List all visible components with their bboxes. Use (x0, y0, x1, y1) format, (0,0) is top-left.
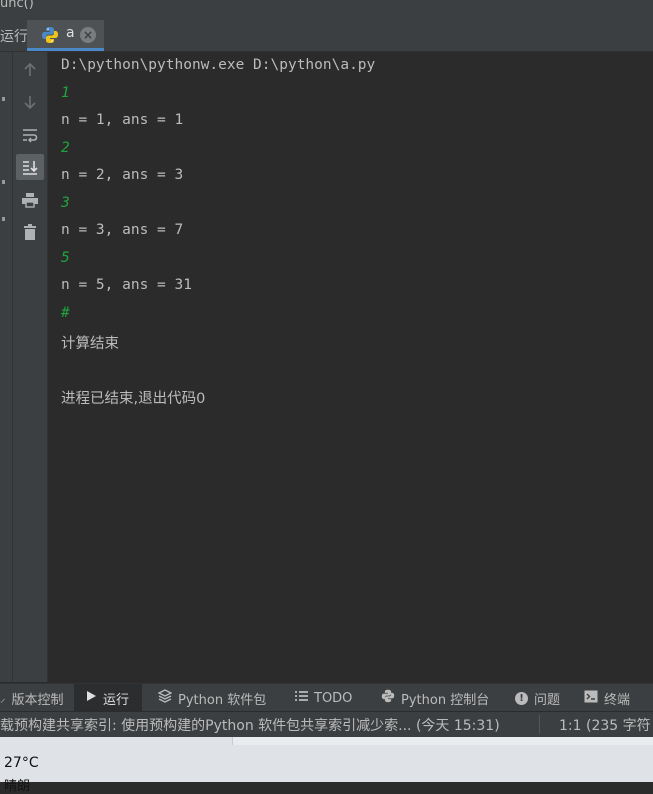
tab-label: Python 软件包 (178, 692, 267, 708)
tab-terminal[interactable]: 终端 (584, 684, 630, 712)
tab-label: Python 控制台 (401, 692, 490, 708)
print-icon[interactable] (16, 187, 44, 213)
tab-label: TODO (314, 690, 353, 706)
tab-label: 运行 (103, 692, 130, 708)
console-input-line: 2 (61, 140, 70, 156)
play-icon (86, 690, 97, 706)
console-input-line: 3 (61, 195, 70, 211)
window-title-strip: unc() (0, 0, 653, 16)
soft-wrap-icon[interactable] (16, 122, 44, 148)
console-input-line: 1 (61, 85, 70, 101)
console-output[interactable]: D:\python\pythonw.exe D:\python\a.py 1 n… (48, 52, 653, 682)
arrow-down-icon[interactable] (16, 89, 44, 115)
taskbar-slot (232, 737, 653, 745)
tab-label: 终端 (604, 692, 631, 708)
python-icon (381, 689, 395, 707)
console-exit-message: 进程已结束,退出代码0 (61, 391, 206, 407)
edge-mark (2, 97, 5, 101)
status-divider (539, 715, 540, 734)
tab-label: 问题 (534, 692, 561, 708)
console-output-line: n = 3, ans = 7 (61, 222, 184, 238)
tab-version-control[interactable]: ⸝ 版本控制 (0, 684, 70, 712)
console-command-line: D:\python\pythonw.exe D:\python\a.py (61, 57, 376, 73)
run-toolbar (13, 52, 48, 682)
weather-temperature[interactable]: 27°C (4, 755, 39, 771)
scroll-to-end-icon[interactable] (16, 154, 44, 180)
tab-problems[interactable]: ! 问题 (515, 684, 560, 712)
layers-icon (157, 689, 173, 707)
tab-todo[interactable]: TODO (295, 684, 352, 712)
weather-condition: 晴朗 (4, 779, 31, 794)
python-icon (42, 27, 58, 43)
tab-python-console[interactable]: Python 控制台 (381, 684, 489, 712)
run-tab-name: a (66, 25, 75, 41)
info-icon: ! (515, 691, 528, 705)
list-icon (295, 690, 308, 706)
run-panel-header: 运行: a × (0, 16, 653, 52)
run-tab-a[interactable]: a × (27, 20, 104, 51)
console-output-line: 计算结束 (61, 336, 119, 352)
console-output-line: n = 2, ans = 3 (61, 167, 184, 183)
console-input-line: # (61, 305, 70, 321)
tool-window-tabs: ⸝ 版本控制 运行 Python 软件包 TODO Python 控制台 ! 问… (0, 683, 653, 712)
window-title-fragment: unc() (0, 0, 34, 11)
tab-label: 版本控制 (11, 692, 64, 708)
tab-run[interactable]: 运行 (74, 684, 142, 712)
caret-position[interactable]: 1:1 (235 字符 (559, 715, 651, 735)
left-edge-strip (0, 52, 13, 682)
tab-python-packages[interactable]: Python 软件包 (157, 684, 267, 712)
trash-icon[interactable] (16, 219, 44, 245)
edge-mark (2, 180, 5, 184)
console-output-line: n = 5, ans = 31 (61, 277, 192, 293)
status-message[interactable]: 载预构建共享索引: 使用预构建的Python 软件包共享索引减少索... (今天… (0, 715, 500, 735)
branch-icon: ⸝ (0, 691, 6, 705)
status-bar: 载预构建共享索引: 使用预构建的Python 软件包共享索引减少索... (今天… (0, 711, 653, 738)
os-taskbar: 27°C 晴朗 (0, 737, 653, 794)
console-output-line: n = 1, ans = 1 (61, 112, 184, 128)
arrow-up-icon[interactable] (16, 57, 44, 83)
edge-mark (2, 217, 5, 221)
terminal-icon (584, 690, 598, 707)
close-icon[interactable]: × (80, 27, 96, 43)
console-input-line: 5 (61, 250, 70, 266)
